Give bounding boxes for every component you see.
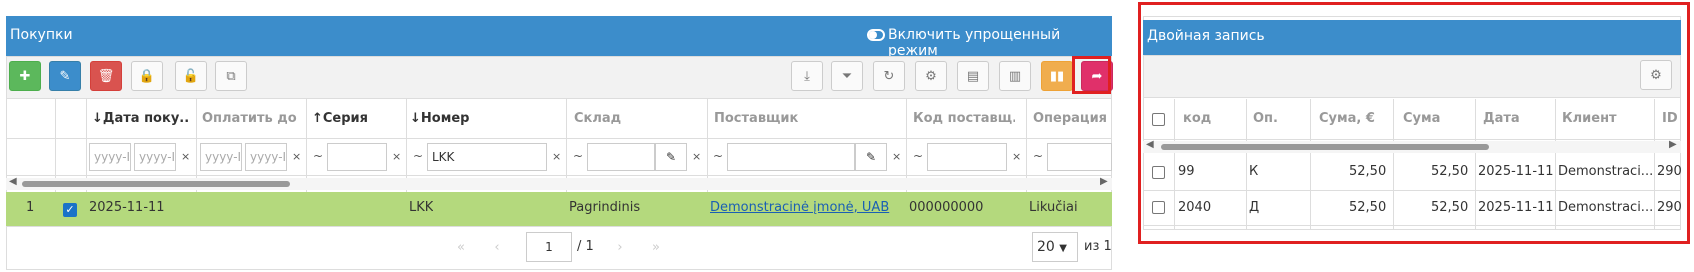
clear-warehouse-filter[interactable]: × [692, 150, 701, 163]
purchases-title: Покупки [10, 27, 73, 43]
row-index: 1 [26, 200, 35, 215]
row-warehouse: Pagrindinis [569, 200, 641, 215]
trash-icon: 🗑 [97, 68, 115, 84]
horizontal-scrollbar[interactable]: ◀ ▶ [6, 176, 1112, 190]
share-button-highlight [1072, 56, 1111, 94]
pencil-icon: ✎ [865, 150, 877, 164]
chevron-down-icon: ▼ [1059, 243, 1067, 254]
toggle-knob [869, 31, 877, 39]
simple-mode-label[interactable]: Включить упрощенный режим [888, 27, 1112, 59]
series-filter[interactable] [327, 143, 387, 171]
chart-button[interactable]: ▮▮ [1041, 61, 1073, 91]
page-size-value: 20 [1037, 239, 1055, 255]
first-page-icon: « [457, 239, 465, 255]
clear-series-filter[interactable]: × [392, 150, 401, 163]
chevron-left-icon: ‹ [494, 239, 500, 255]
row-supplier-code: 000000000 [909, 200, 984, 215]
date-to-filter[interactable]: yyyy-I [134, 143, 176, 171]
edit-button[interactable]: ✎ [49, 61, 81, 91]
clear-number-filter[interactable]: × [552, 150, 561, 163]
filter-icon: ⏷ [841, 68, 853, 84]
lock-icon: 🔒 [138, 68, 156, 84]
row-operation: Likučiai [1029, 200, 1078, 215]
column-supplier-code[interactable]: Код поставщ... [913, 99, 1015, 139]
refresh-button[interactable]: ↻ [873, 61, 905, 91]
column-warehouse[interactable]: Склад [574, 99, 694, 139]
column-operation[interactable]: Операция [1033, 99, 1113, 139]
pencil-icon: ✎ [665, 150, 677, 164]
pdf-file-icon: ▥ [1008, 68, 1022, 84]
number-operator[interactable]: ~ [413, 149, 423, 163]
download-button[interactable]: ⤓ [791, 61, 823, 91]
column-series[interactable]: ↑Серия [312, 99, 412, 139]
supplier-code-filter[interactable] [927, 143, 1007, 171]
clear-supplier-code-filter[interactable]: × [1012, 150, 1021, 163]
operation-operator[interactable]: ~ [1033, 149, 1043, 163]
next-page-button[interactable]: › [604, 232, 636, 262]
date-from-filter[interactable]: yyyy-I [89, 143, 131, 171]
supplier-picker-button[interactable]: ✎ [855, 143, 887, 171]
pencil-icon: ✎ [59, 68, 71, 84]
excel-file-icon: ▤ [966, 68, 980, 84]
unlock-button[interactable]: 🔓 [175, 61, 207, 91]
supplier-filter[interactable] [727, 143, 855, 171]
pay-to-filter[interactable]: yyyy-I [245, 143, 287, 171]
export-excel-button[interactable]: ▤ [957, 61, 989, 91]
delete-button[interactable]: 🗑 [90, 61, 122, 91]
page-size-select[interactable]: 20 ▼ [1032, 232, 1078, 262]
download-icon: ⤓ [804, 68, 810, 84]
page-count-label: из 1 [1084, 239, 1112, 254]
warehouse-filter[interactable] [587, 143, 655, 171]
settings-button[interactable]: ⚙ [915, 61, 947, 91]
last-page-icon: » [652, 239, 660, 255]
filter-button[interactable]: ⏷ [831, 61, 863, 91]
scrollbar-thumb[interactable] [22, 181, 290, 187]
row-date: 2025-11-11 [89, 200, 165, 215]
operation-filter[interactable] [1047, 143, 1112, 171]
number-filter[interactable]: LKK [427, 143, 547, 171]
scroll-right-arrow[interactable]: ▶ [1100, 176, 1108, 187]
simple-mode-toggle[interactable] [867, 29, 885, 41]
copy-icon: ⧉ [226, 68, 236, 84]
export-pdf-button[interactable]: ▥ [999, 61, 1031, 91]
column-number[interactable]: ↓Номер [410, 99, 550, 139]
clear-date-filter[interactable]: × [181, 150, 190, 163]
first-page-button[interactable]: « [445, 232, 477, 262]
row-checkbox[interactable]: ✓ [63, 203, 77, 217]
clear-supplier-filter[interactable]: × [892, 150, 901, 163]
double-entry-highlight [1138, 2, 1690, 244]
purchases-toolbar: ✚ ✎ 🗑 🔒 🔓 ⧉ ⤓ ⏷ ↻ ⚙ ▤ ▥ ▮▮ ➦ [6, 56, 1113, 99]
bar-chart-icon: ▮▮ [1049, 68, 1065, 84]
scroll-left-arrow[interactable]: ◀ [9, 176, 17, 187]
pay-from-filter[interactable]: yyyy-I [200, 143, 242, 171]
page-total: / 1 [577, 239, 594, 254]
prev-page-button[interactable]: ‹ [481, 232, 513, 262]
lock-button[interactable]: 🔒 [131, 61, 163, 91]
refresh-icon: ↻ [883, 68, 895, 84]
page-input[interactable]: 1 [526, 232, 572, 262]
column-date[interactable]: ↓Дата поку... [92, 99, 190, 139]
add-button[interactable]: ✚ [9, 61, 41, 91]
last-page-button[interactable]: » [640, 232, 672, 262]
plus-icon: ✚ [19, 68, 31, 84]
warehouse-picker-button[interactable]: ✎ [655, 143, 687, 171]
supplier-operator[interactable]: ~ [713, 149, 723, 163]
column-pay-until[interactable]: Оплатить до [202, 99, 302, 139]
copy-button[interactable]: ⧉ [215, 61, 247, 91]
supplier-code-operator[interactable]: ~ [913, 149, 923, 163]
series-operator[interactable]: ~ [313, 149, 323, 163]
chevron-right-icon: › [617, 239, 623, 255]
unlock-icon: 🔓 [182, 68, 200, 84]
row-supplier-link[interactable]: Demonstracinė įmonė, UAB [710, 200, 904, 215]
column-supplier[interactable]: Поставщик [714, 99, 894, 139]
purchases-header: Покупки Включить упрощенный режим [6, 16, 1112, 59]
gear-icon: ⚙ [925, 68, 937, 84]
clear-pay-filter[interactable]: × [292, 150, 301, 163]
warehouse-operator[interactable]: ~ [573, 149, 583, 163]
row-number: LKK [409, 200, 434, 215]
